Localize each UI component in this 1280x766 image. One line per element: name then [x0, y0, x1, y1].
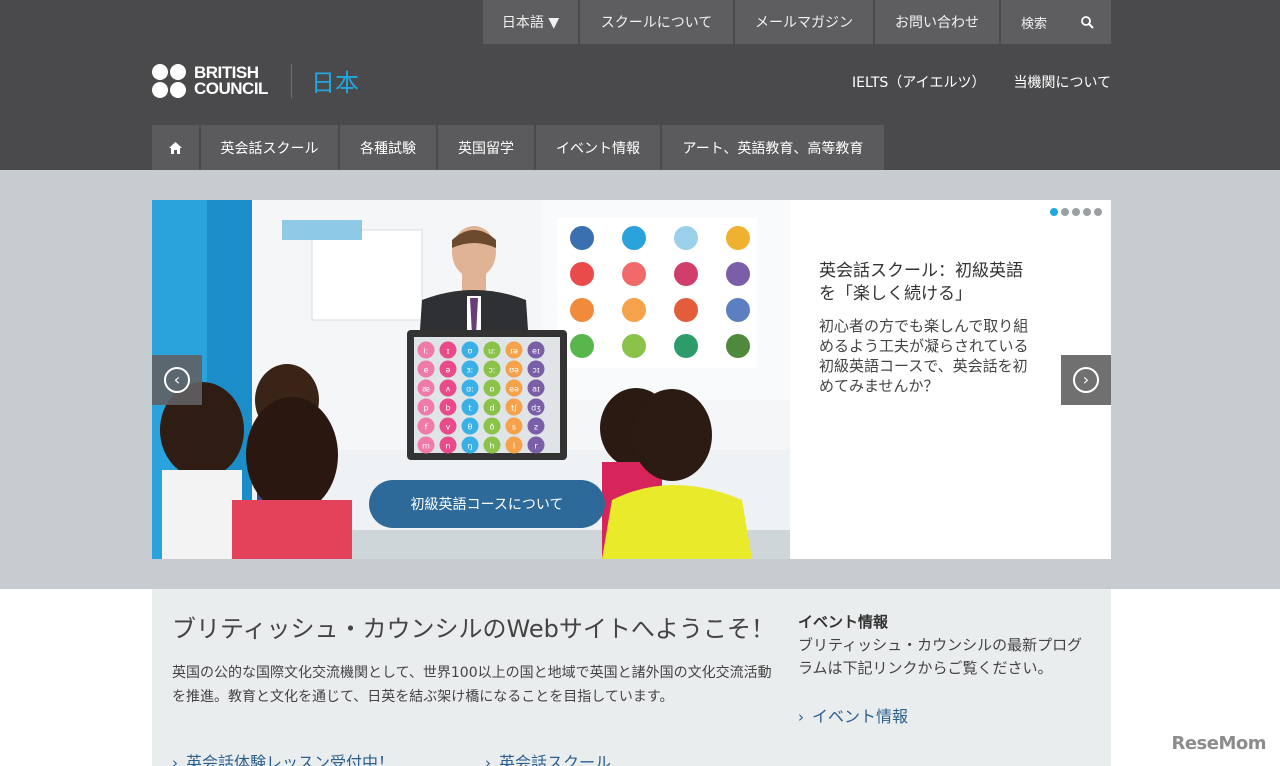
search-button[interactable]: 検索 [1001, 0, 1111, 44]
nav-tab-events[interactable]: イベント情報 [536, 125, 660, 170]
carousel-dot-3[interactable] [1072, 208, 1080, 216]
quick-links: › 英会話体験レッスン受付中！ › 英会話スクール [172, 749, 611, 766]
phonetic-symbol: t [468, 404, 471, 413]
home-tab[interactable] [152, 125, 199, 170]
contact-link[interactable]: お問い合わせ [875, 0, 999, 44]
phonetic-symbol: ʊə [509, 366, 519, 375]
school-info-link[interactable]: スクールについて [580, 0, 733, 44]
slide-description: 初心者の方でも楽しんで取り組めるよう工夫が凝らされている初級英語コースで、英会話… [819, 317, 1029, 395]
site-header: 日本語 ▼ スクールについて メールマガジン お問い合わせ 検索 BRITISH… [0, 0, 1280, 170]
phonetic-symbol: p [423, 404, 428, 413]
phonetic-symbol: aɪ [532, 385, 540, 394]
phonetic-symbol: z [534, 423, 538, 432]
search-icon [1081, 15, 1094, 29]
phonetic-symbol: h [489, 442, 494, 451]
logo-divider [291, 64, 292, 98]
phonetic-symbol: ð [490, 423, 495, 432]
carousel-dot-5[interactable] [1094, 208, 1102, 216]
utility-nav: 日本語 ▼ スクールについて メールマガジン お問い合わせ 検索 [483, 0, 1111, 44]
phonetic-symbol: e [424, 366, 429, 375]
chevron-right-icon: › [485, 754, 491, 766]
chevron-right-icon: › [798, 708, 804, 726]
carousel-dot-2[interactable] [1061, 208, 1069, 216]
event-link[interactable]: › イベント情報 [798, 703, 908, 727]
slide-title: 英会話スクール：初級英語を「楽しく続ける」 [819, 261, 1023, 304]
phonetic-symbol: ʌ [446, 385, 451, 394]
phonetic-symbol: ɑː [466, 385, 474, 394]
phonetic-symbol: s [512, 423, 516, 432]
phonetic-symbol: l [513, 442, 515, 451]
chevron-left-icon: ‹ [164, 367, 190, 393]
about-link[interactable]: 当機関について [1013, 72, 1111, 92]
phonetic-symbol: ə [446, 366, 451, 375]
main-nav: 英会話スクール 各種試験 英国留学 イベント情報 アート、英語教育、高等教育 [152, 125, 884, 170]
phonetic-symbol: θ [468, 423, 473, 432]
home-icon [169, 141, 182, 154]
country-label: 日本 [311, 69, 359, 97]
phonetic-symbol: ɜː [467, 366, 474, 375]
nav-tab-study-uk[interactable]: 英国留学 [438, 125, 534, 170]
phonetic-symbol: ɪə [510, 347, 518, 356]
phonetic-symbol: æ [422, 385, 430, 394]
nav-tab-arts-education[interactable]: アート、英語教育、高等教育 [662, 125, 884, 170]
phonetic-symbol: ɒ [489, 385, 494, 394]
ielts-link[interactable]: IELTS（アイエルツ） [852, 72, 985, 92]
hero-carousel: iː ɪ ʊ uː ɪə eɪ e ə ɜː ɔː ʊə ɔɪ æ ʌ ɑː ɒ eə aɪ p b t d tʃ dʒ f v θ… [152, 200, 1111, 559]
carousel-prev-button[interactable]: ‹ [152, 355, 202, 405]
phonetic-symbol: m [422, 442, 430, 451]
event-heading: イベント情報 [798, 613, 889, 631]
phonetic-symbol: dʒ [531, 404, 541, 413]
phonetic-symbol: b [445, 404, 450, 413]
slide-caption: 英会話スクール：初級英語を「楽しく続ける」 初心者の方でも楽しんで取り組めるよう… [819, 260, 1034, 396]
welcome-heading: ブリティッシュ・カウンシルのWebサイトへようこそ！ [172, 615, 775, 643]
chevron-right-icon: › [1073, 367, 1099, 393]
phonetic-symbol: uː [488, 347, 496, 356]
carousel-dot-1[interactable] [1050, 208, 1058, 216]
phonetic-symbol: ʊ [468, 347, 473, 356]
phonetic-symbol: f [425, 423, 428, 432]
event-description: ブリティッシュ・カウンシルの最新プログラムは下記リンクからご覧ください。 [798, 636, 1083, 677]
carousel-next-button[interactable]: › [1061, 355, 1111, 405]
phonetic-symbol: eə [509, 385, 519, 394]
nav-tab-exams[interactable]: 各種試験 [340, 125, 436, 170]
phonetic-symbol: ɪ [447, 347, 450, 356]
trial-lesson-link[interactable]: › 英会話体験レッスン受付中！ [172, 749, 485, 766]
search-label: 検索 [1021, 16, 1048, 32]
chevron-right-icon: › [172, 754, 178, 766]
phonetic-symbol: d [489, 404, 494, 413]
phonetic-symbol: eɪ [532, 347, 540, 356]
secondary-links: IELTS（アイエルツ） 当機関について [852, 72, 1111, 92]
classroom-photo: iː ɪ ʊ uː ɪə eɪ e ə ɜː ɔː ʊə ɔɪ æ ʌ ɑː ɒ eə aɪ p b t d tʃ dʒ f v θ… [152, 200, 790, 559]
language-selector[interactable]: 日本語 ▼ [483, 0, 578, 44]
welcome-section: ブリティッシュ・カウンシルのWebサイトへようこそ！ 英国の公的な国際文化交流機… [152, 589, 1111, 766]
phonetic-symbol: ɔː [488, 366, 495, 375]
beginner-course-button[interactable]: 初級英語コースについて [369, 480, 605, 528]
english-school-link[interactable]: › 英会話スクール [485, 749, 611, 766]
carousel-dot-4[interactable] [1083, 208, 1091, 216]
phonetic-symbol: iː [424, 347, 429, 356]
phonetic-symbol: ɔɪ [532, 366, 539, 375]
british-council-logo[interactable]: BRITISH COUNCIL [152, 64, 268, 98]
phonetic-symbol: tʃ [511, 404, 517, 413]
intro-text: 英国の公的な国際文化交流機関として、世界100以上の国と地域で英国と諸外国の文化… [172, 665, 772, 705]
phonetic-symbol: n [445, 442, 450, 451]
phonetic-symbol: ŋ [467, 442, 472, 451]
logo-dots-icon [152, 64, 186, 98]
carousel-dots [1047, 208, 1102, 216]
newsletter-link[interactable]: メールマガジン [735, 0, 873, 44]
phonetic-symbol: v [446, 423, 451, 432]
nav-tab-english-school[interactable]: 英会話スクール [201, 125, 338, 170]
logo-wordmark: BRITISH COUNCIL [194, 63, 268, 98]
resemom-watermark: ReseMom [1171, 733, 1266, 754]
